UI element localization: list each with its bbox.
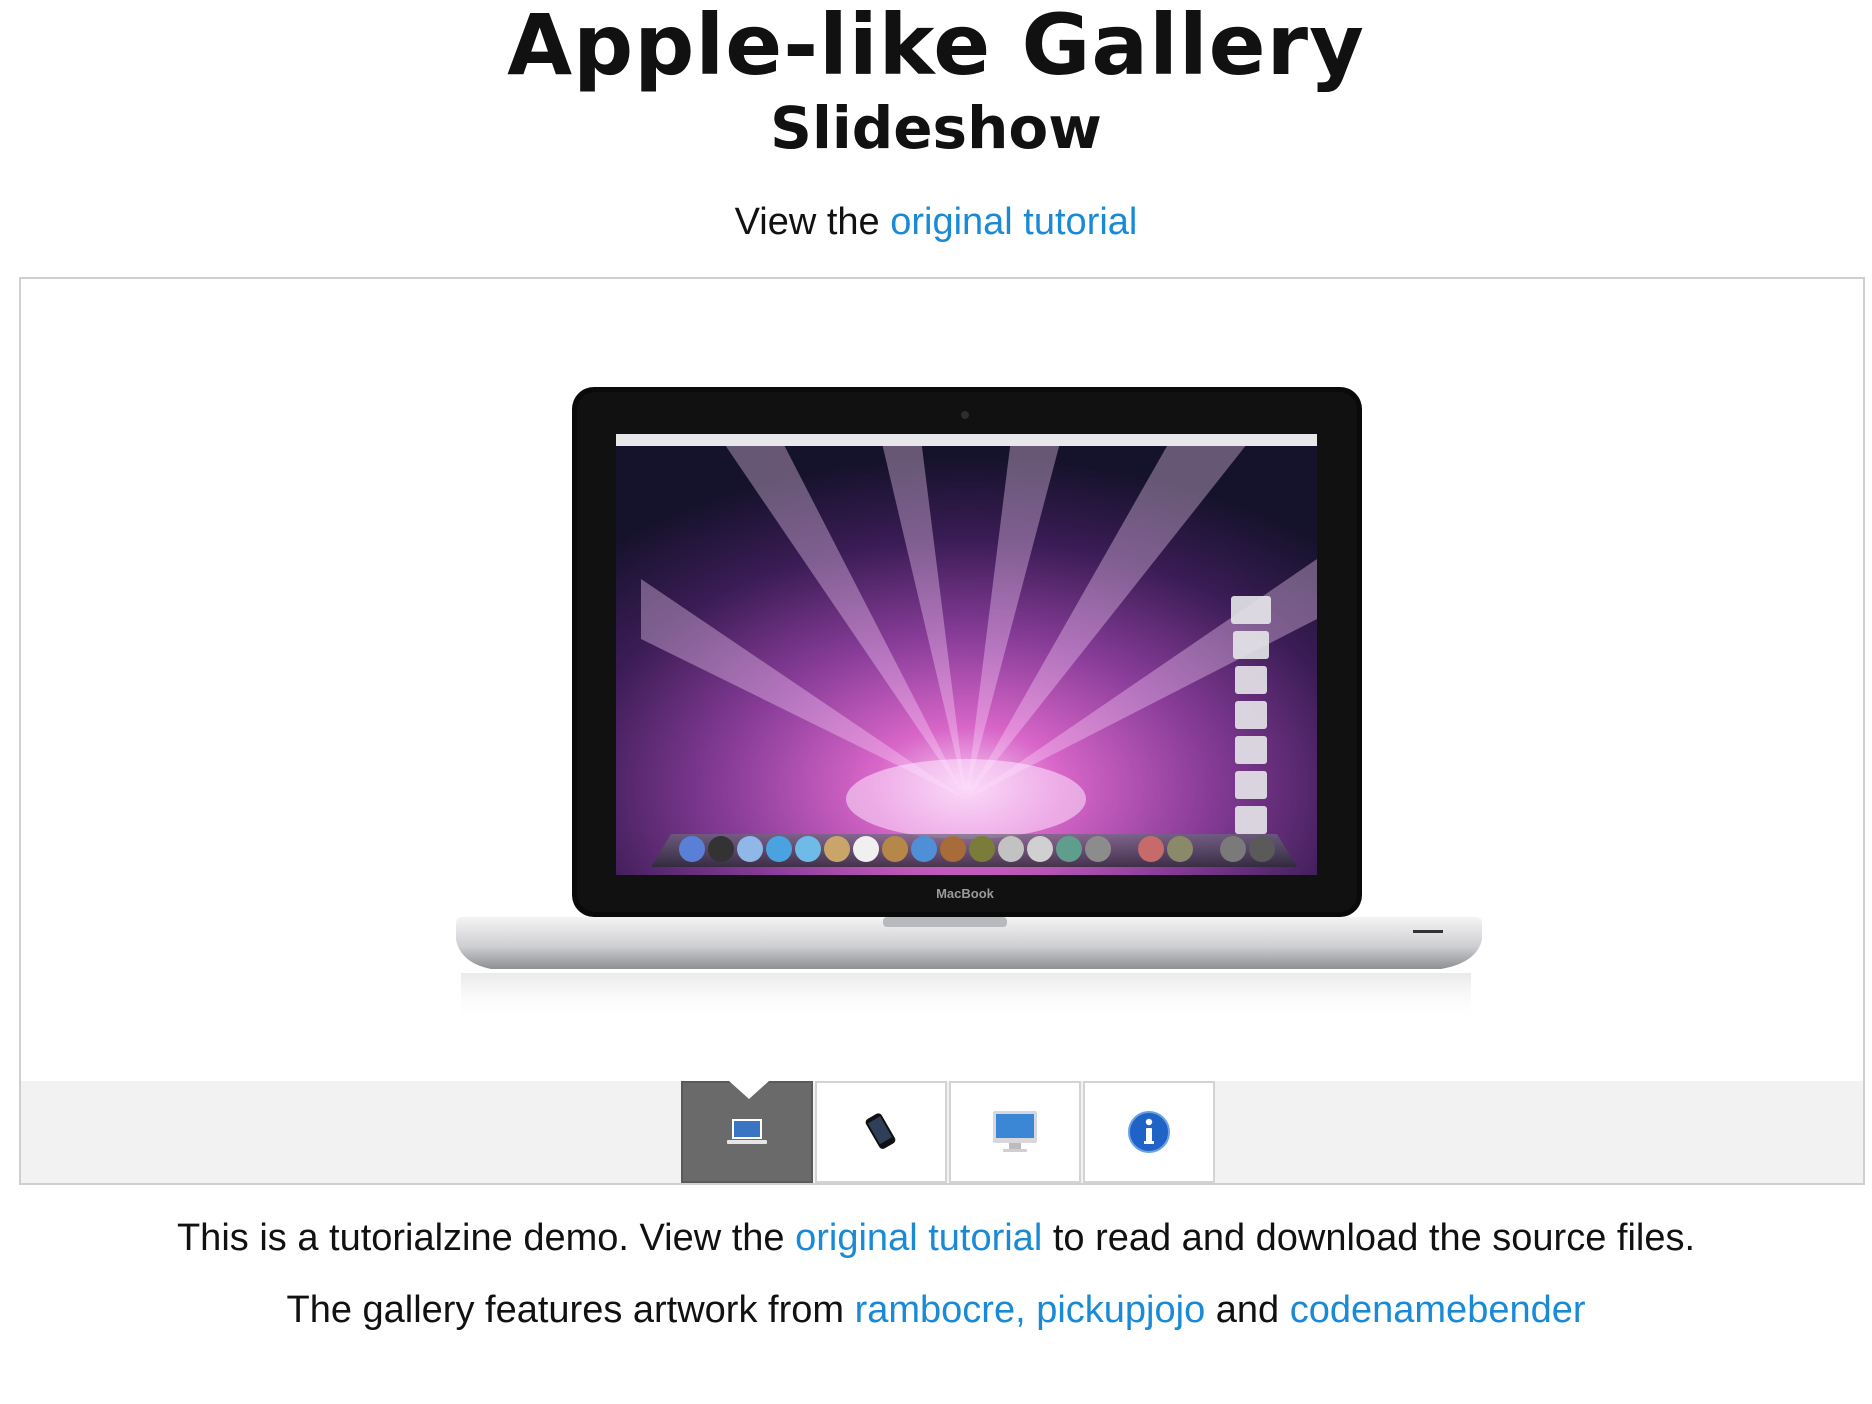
- gallery: MacBook: [19, 277, 1865, 1185]
- credits-prefix: The gallery features artwork from: [286, 1289, 855, 1331]
- credits-and: and: [1205, 1289, 1290, 1331]
- credits-separator: [1026, 1289, 1037, 1331]
- view-prefix-text: View the: [734, 201, 891, 243]
- macbook-image: MacBook: [456, 387, 1482, 1021]
- thumbnail-list: [681, 1081, 1215, 1185]
- page-subtitle: Slideshow: [770, 94, 1102, 162]
- demo-note-suffix: to read and download the source files.: [1042, 1217, 1696, 1259]
- info-icon: [1128, 1111, 1170, 1153]
- thumbnail-bar: [21, 1081, 1863, 1183]
- demo-note-line: This is a tutorialzine demo. View the or…: [0, 1212, 1872, 1264]
- slide-stage: MacBook: [21, 279, 1863, 1081]
- active-indicator: [729, 1081, 769, 1099]
- thumbnail-info[interactable]: [1083, 1081, 1215, 1183]
- artwork-credits-line: The gallery features artwork from ramboc…: [0, 1284, 1872, 1336]
- macbook-logo-text: MacBook: [936, 886, 995, 901]
- pickupjojo-link[interactable]: pickupjojo: [1036, 1289, 1205, 1331]
- original-tutorial-link[interactable]: original tutorial: [890, 201, 1137, 243]
- view-tutorial-line: View the original tutorial: [0, 196, 1872, 248]
- thumbnail-imac[interactable]: [949, 1081, 1081, 1183]
- laptop-icon: [727, 1119, 767, 1144]
- rambocre-link[interactable]: rambocre,: [855, 1289, 1026, 1331]
- imac-icon: [993, 1111, 1037, 1152]
- codenamebender-link[interactable]: codenamebender: [1290, 1289, 1586, 1331]
- footer-original-tutorial-link[interactable]: original tutorial: [795, 1217, 1042, 1259]
- demo-note-prefix: This is a tutorialzine demo. View the: [176, 1217, 796, 1259]
- thumbnail-macbook[interactable]: [681, 1081, 813, 1183]
- iphone-icon: [865, 1113, 896, 1149]
- page-title: Apple-like Gallery: [507, 0, 1365, 94]
- thumbnail-iphone[interactable]: [815, 1081, 947, 1183]
